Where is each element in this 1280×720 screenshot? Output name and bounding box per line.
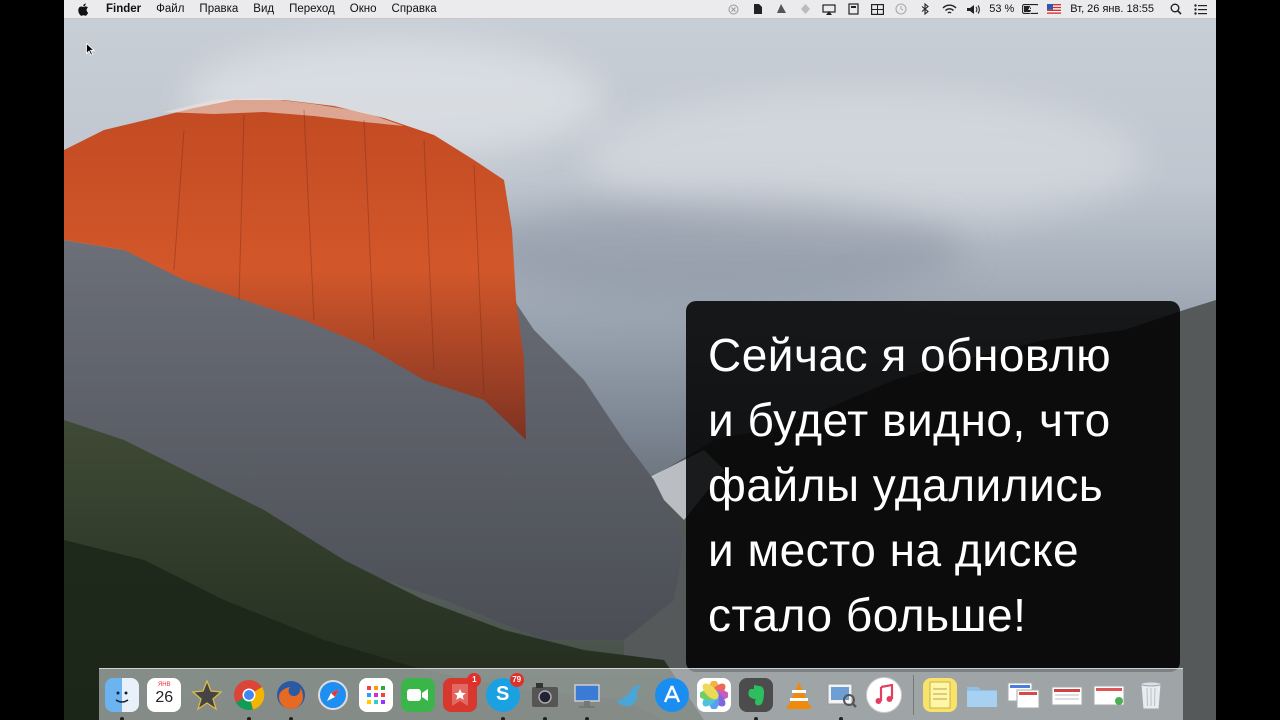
- caption-line: и место на диске: [708, 524, 1080, 576]
- menubar-clock[interactable]: Вт, 26 янв. 18:55: [1070, 3, 1154, 15]
- close-circle-icon[interactable]: [725, 3, 741, 15]
- desktop: Finder Файл Правка Вид Переход Окно Спра…: [64, 0, 1216, 720]
- mouse-cursor-icon: [86, 43, 95, 56]
- menu-window[interactable]: Окно: [350, 3, 377, 15]
- screenshot-stack-icon[interactable]: [1092, 678, 1126, 712]
- photos-icon[interactable]: [697, 677, 732, 712]
- vlc-icon[interactable]: [782, 678, 816, 712]
- caption-overlay: Сейчас я обновлю и будет видно, что файл…: [686, 301, 1180, 672]
- chrome-icon[interactable]: [232, 678, 266, 720]
- applications-folder-icon[interactable]: [965, 678, 999, 712]
- caption-line: стало больше!: [708, 589, 1027, 641]
- status-area: 53 % Вт, 26 янв. 18:55: [721, 0, 1216, 18]
- trash-icon[interactable]: [1134, 678, 1168, 712]
- notification-center-icon[interactable]: [1192, 3, 1208, 15]
- menu-edit[interactable]: Правка: [199, 3, 238, 15]
- skype-icon[interactable]: S 79: [485, 672, 524, 720]
- wunderlist-badge: 1: [467, 672, 482, 687]
- clipboard-icon[interactable]: [845, 3, 861, 15]
- menu-bar: Finder Файл Правка Вид Переход Окно Спра…: [64, 0, 1216, 19]
- battery-charging-icon[interactable]: [1022, 3, 1039, 15]
- window-grid-icon[interactable]: [869, 3, 885, 15]
- menu-app-finder[interactable]: Finder: [106, 3, 141, 15]
- facetime-icon[interactable]: [401, 677, 436, 712]
- dock: ЯНВ 26 1 S 79: [99, 668, 1183, 720]
- twitterrific-icon[interactable]: [613, 678, 647, 712]
- flag-us-icon[interactable]: [1046, 3, 1062, 15]
- skitch-icon[interactable]: [773, 3, 789, 15]
- keynote-icon[interactable]: [570, 678, 604, 720]
- downloads-stack-icon[interactable]: [1007, 678, 1041, 712]
- evernote-icon[interactable]: [749, 3, 765, 15]
- notes-document-icon[interactable]: [922, 677, 957, 712]
- bluetooth-icon[interactable]: [917, 3, 933, 15]
- letterbox-left: [0, 0, 64, 720]
- kite-icon[interactable]: [797, 3, 813, 15]
- apple-menu-icon[interactable]: [78, 3, 92, 16]
- menu-help[interactable]: Справка: [392, 3, 437, 15]
- caption-line: файлы удалились: [708, 459, 1104, 511]
- skype-badge: 79: [509, 672, 524, 687]
- calendar-day: 26: [155, 689, 174, 706]
- app-store-icon[interactable]: [654, 677, 689, 712]
- calendar-icon[interactable]: ЯНВ 26: [147, 677, 182, 712]
- caption-line: Сейчас я обновлю: [708, 329, 1112, 381]
- wifi-icon[interactable]: [941, 3, 957, 15]
- photo-booth-icon[interactable]: [528, 678, 562, 720]
- dock-separator: [912, 674, 914, 715]
- letterbox-right: [1216, 0, 1280, 720]
- airplay-icon[interactable]: [821, 3, 837, 15]
- battery-percent[interactable]: 53 %: [989, 3, 1014, 15]
- time-machine-icon[interactable]: [893, 3, 909, 15]
- firefox-icon[interactable]: [274, 678, 308, 720]
- preview-icon[interactable]: [824, 678, 858, 720]
- finder-icon[interactable]: [105, 677, 139, 720]
- menu-go[interactable]: Переход: [289, 3, 335, 15]
- spotlight-search-icon[interactable]: [1168, 3, 1184, 15]
- launchpad-icon[interactable]: [358, 677, 393, 712]
- menu-view[interactable]: Вид: [253, 3, 274, 15]
- evernote-dock-icon[interactable]: [739, 677, 774, 720]
- safari-icon[interactable]: [316, 678, 350, 712]
- imovie-icon[interactable]: [190, 678, 224, 712]
- wunderlist-icon[interactable]: 1: [443, 672, 482, 712]
- document-stack-icon[interactable]: [1050, 678, 1084, 712]
- volume-icon[interactable]: [965, 3, 981, 15]
- itunes-icon[interactable]: [866, 676, 903, 713]
- caption-line: и будет видно, что: [708, 394, 1111, 446]
- menu-file[interactable]: Файл: [156, 3, 184, 15]
